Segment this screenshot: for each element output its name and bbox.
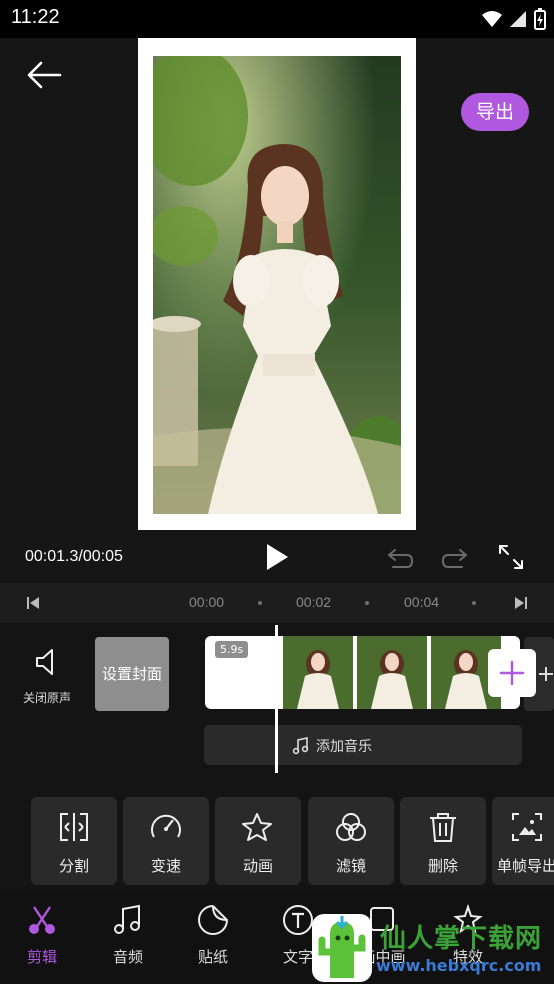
tool-speed[interactable]: 变速: [123, 797, 209, 885]
tool-frame-export[interactable]: 单帧导出: [492, 797, 554, 885]
tool-split[interactable]: 分割: [31, 797, 117, 885]
clip-thumbnail: [357, 636, 427, 709]
nav-sticker[interactable]: 贴纸: [177, 904, 249, 967]
bottom-navigation: 剪辑 音频 贴纸 文字 画中画 特效 仙人掌下载网 www.hebxqrc.co…: [0, 890, 554, 984]
video-clip-track[interactable]: 5.9s: [205, 636, 520, 709]
tool-filter[interactable]: 滤镜: [308, 797, 394, 885]
frame-export-icon: [512, 813, 542, 841]
timeline-ruler: 00:00 00:02 00:04: [0, 583, 554, 623]
undo-icon[interactable]: [385, 546, 415, 570]
back-arrow-icon[interactable]: [24, 60, 64, 90]
cactus-logo-icon: [312, 914, 372, 982]
add-music-track[interactable]: 添加音乐: [204, 725, 522, 765]
ruler-mark: 00:02: [296, 594, 332, 610]
ruler-mark: 00:00: [189, 594, 225, 610]
mute-label: 关闭原声: [22, 691, 71, 705]
tool-label: 分割: [58, 857, 89, 875]
timeline-panel: 关闭原声 设置封面 5.9s 添加音乐: [0, 623, 554, 783]
fullscreen-icon[interactable]: [497, 543, 525, 571]
nav-label: 音频: [112, 948, 143, 966]
set-cover-button[interactable]: 设置封面: [95, 637, 169, 711]
tool-label: 动画: [242, 857, 273, 875]
wifi-icon: [482, 11, 502, 27]
status-bar: 11:22: [0, 0, 554, 38]
clip-duration-badge: 5.9s: [215, 641, 249, 658]
tool-delete[interactable]: 删除: [400, 797, 486, 885]
scissors-icon: [29, 906, 55, 934]
plus-icon: [499, 660, 525, 686]
ruler-dot: [258, 601, 262, 605]
tool-label: 单帧导出: [496, 857, 554, 875]
battery-icon: [534, 8, 546, 30]
video-preview-area: 导出 00:01.3/00:05: [0, 38, 554, 583]
status-time: 11:22: [11, 6, 60, 28]
trash-icon: [430, 813, 456, 842]
speaker-icon: [36, 649, 53, 675]
export-button[interactable]: 导出: [461, 93, 529, 131]
edit-toolbar: 分割 变速 动画 滤镜 删除 单帧导出: [0, 797, 554, 887]
play-icon[interactable]: [264, 542, 290, 572]
mute-original-audio-button[interactable]: 关闭原声: [18, 647, 76, 707]
watermark-text: 仙人掌下载网: [380, 924, 543, 954]
filter-icon: [336, 813, 366, 841]
music-note-icon: [114, 904, 140, 934]
ruler-dot: [365, 601, 369, 605]
preview-photo: [153, 56, 401, 514]
add-music-label: 添加音乐: [316, 739, 372, 755]
animation-star-icon: [242, 813, 272, 841]
nav-audio[interactable]: 音频: [92, 904, 164, 967]
ruler-dot: [472, 601, 476, 605]
playhead[interactable]: [275, 625, 278, 773]
nav-label: 剪辑: [26, 948, 57, 966]
playback-timecode: 00:01.3/00:05: [25, 548, 123, 565]
watermark: 仙人掌下载网 www.hebxqrc.com: [310, 912, 554, 984]
video-canvas[interactable]: [138, 38, 416, 530]
tool-label: 滤镜: [335, 857, 366, 875]
ruler-mark: 00:04: [404, 594, 440, 610]
nav-label: 贴纸: [197, 948, 228, 966]
tool-label: 删除: [427, 857, 458, 875]
clip-thumbnail: [283, 636, 353, 709]
nav-edit[interactable]: 剪辑: [6, 904, 78, 967]
sticker-icon: [198, 905, 229, 935]
skip-to-start-icon[interactable]: [26, 596, 40, 610]
redo-icon[interactable]: [440, 546, 470, 570]
speed-icon: [151, 814, 181, 838]
signal-icon: [510, 11, 526, 27]
add-clip-button[interactable]: [488, 649, 536, 697]
status-icons: [482, 8, 546, 30]
skip-to-end-icon[interactable]: [514, 596, 528, 610]
watermark-url: www.hebxqrc.com: [376, 956, 542, 975]
music-note-icon: [292, 737, 309, 755]
tool-animation[interactable]: 动画: [215, 797, 301, 885]
split-icon: [60, 813, 88, 841]
tool-label: 变速: [150, 857, 181, 875]
